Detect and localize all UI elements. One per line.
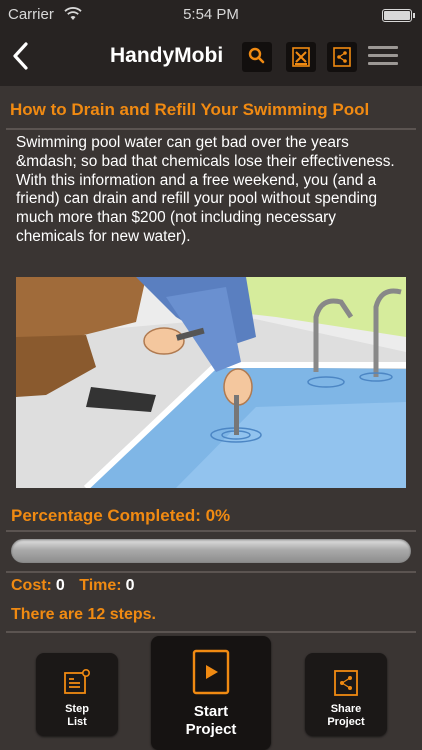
start-project-line2: Project bbox=[185, 721, 237, 738]
cost-value: 0 bbox=[55, 577, 65, 594]
play-icon bbox=[191, 648, 231, 700]
project-description: Swimming pool water can get bad over the… bbox=[16, 134, 395, 245]
project-illustration bbox=[16, 277, 406, 491]
step-list-line1: Step bbox=[65, 703, 89, 715]
time-label: Time: bbox=[79, 577, 122, 594]
app-title: HandyMobi bbox=[110, 44, 224, 67]
clock: 5:54 PM bbox=[183, 6, 239, 23]
divider bbox=[6, 571, 416, 573]
cost-time-row: Cost: 0 Time: 0 bbox=[11, 577, 145, 595]
progress-bar bbox=[11, 539, 411, 563]
progress-label: Percentage Completed: 0% bbox=[11, 506, 231, 525]
cost-label: Cost: bbox=[11, 577, 52, 594]
menu-icon[interactable] bbox=[368, 46, 398, 68]
share-button[interactable] bbox=[327, 42, 357, 72]
back-chevron-icon[interactable] bbox=[8, 38, 38, 74]
search-icon bbox=[242, 47, 272, 76]
share-project-line1: Share bbox=[330, 703, 362, 715]
steps-count: There are 12 steps. bbox=[11, 606, 156, 623]
divider bbox=[6, 530, 416, 532]
step-list-button[interactable]: Step List bbox=[36, 653, 118, 736]
search-button[interactable] bbox=[242, 42, 272, 72]
start-project-button[interactable]: Start Project bbox=[151, 636, 271, 750]
step-list-icon bbox=[62, 667, 92, 700]
tools-button[interactable] bbox=[286, 42, 316, 72]
nav-bar: HandyMobi bbox=[0, 30, 422, 86]
project-panel: How to Drain and Refill Your Swimming Po… bbox=[0, 86, 422, 750]
time-value: 0 bbox=[125, 577, 135, 594]
page-title: How to Drain and Refill Your Swimming Po… bbox=[10, 100, 370, 119]
tools-icon bbox=[286, 47, 316, 76]
battery-icon bbox=[382, 9, 415, 22]
status-bar: Carrier 5:54 PM bbox=[0, 0, 422, 30]
share-project-icon bbox=[333, 669, 359, 700]
divider bbox=[6, 128, 416, 130]
divider bbox=[6, 631, 416, 633]
share-icon bbox=[327, 47, 357, 76]
share-project-line2: Project bbox=[327, 716, 365, 728]
start-project-line1: Start bbox=[193, 703, 229, 720]
step-list-line2: List bbox=[67, 716, 87, 728]
share-project-button[interactable]: Share Project bbox=[305, 653, 387, 736]
